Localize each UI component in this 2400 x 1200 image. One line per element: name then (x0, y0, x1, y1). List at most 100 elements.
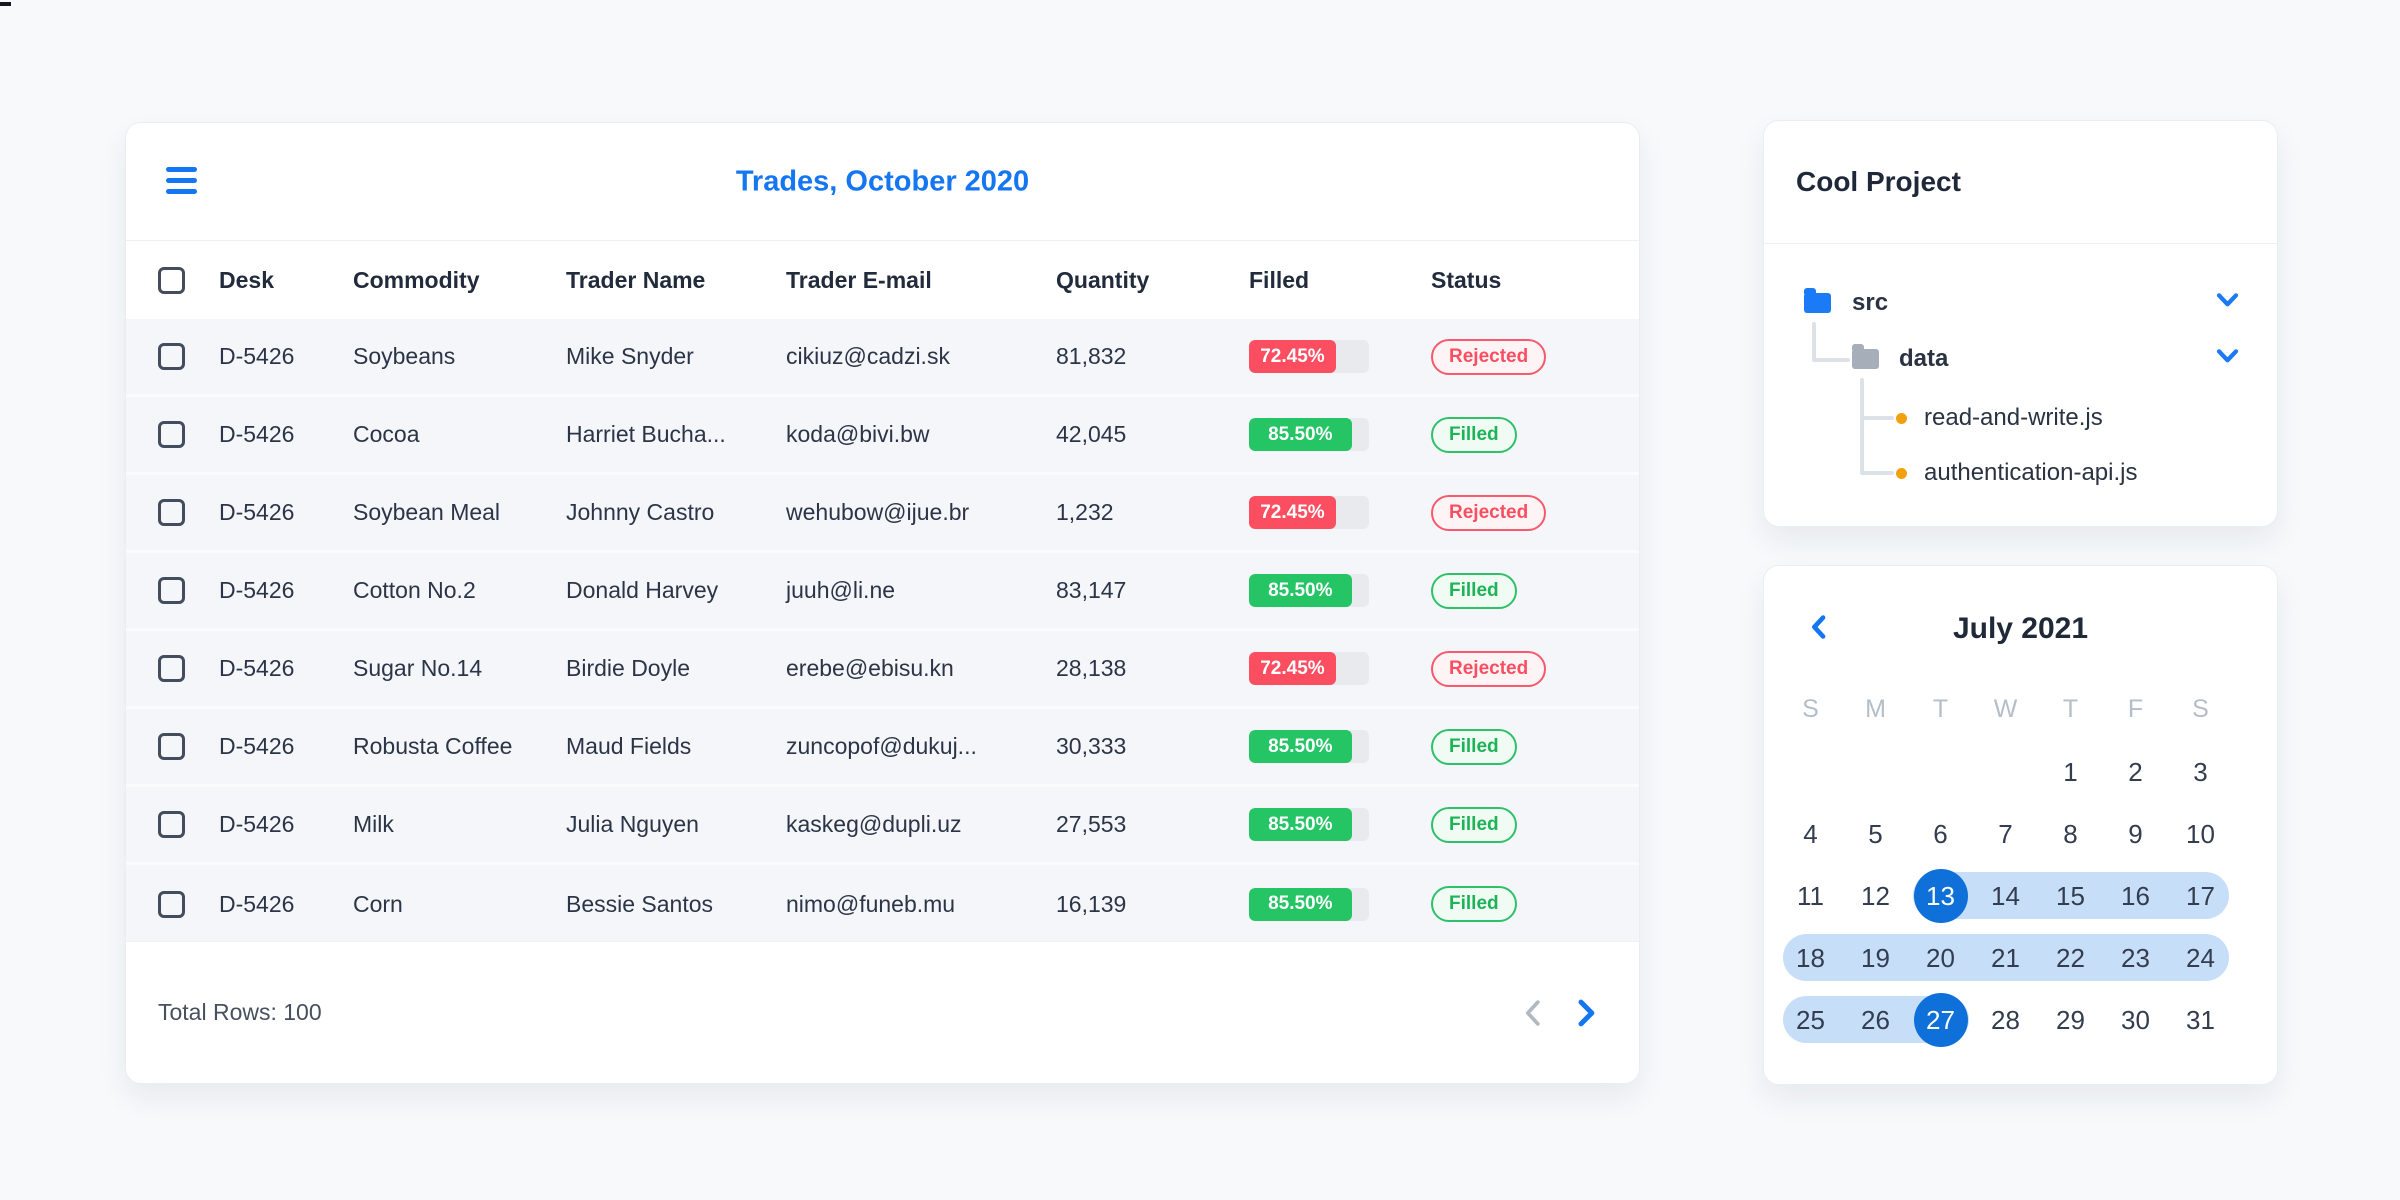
day-cell[interactable]: 14 (1973, 865, 2038, 927)
status-cell: Filled (1431, 886, 1639, 922)
day-cell[interactable]: 29 (2038, 989, 2103, 1051)
quantity-cell: 27,553 (1056, 811, 1127, 837)
empty-day-cell (1778, 741, 1843, 803)
day-cell[interactable]: 20 (1908, 927, 1973, 989)
trader-email-cell: kaskeg@dupli.uz (786, 811, 962, 837)
desk-cell: D-5426 (219, 655, 295, 681)
row-checkbox[interactable] (158, 343, 185, 370)
day-cell[interactable]: 2 (2103, 741, 2168, 803)
tree-file[interactable]: read-and-write.js (1764, 390, 2277, 446)
status-cell: Filled (1431, 728, 1639, 765)
status-badge: Filled (1431, 572, 1517, 609)
day-cell[interactable]: 16 (2103, 865, 2168, 927)
row-checkbox[interactable] (158, 499, 185, 526)
day-cell[interactable]: 30 (2103, 989, 2168, 1051)
day-cell[interactable]: 5 (1843, 803, 1908, 865)
commodity-cell: Cocoa (353, 421, 420, 447)
calendar-week-row: 25 26 27 28 29 30 31 (1778, 989, 2233, 1051)
day-cell[interactable]: 17 (2168, 865, 2233, 927)
next-page-icon[interactable] (1575, 998, 1597, 1028)
day-cell[interactable]: 11 (1778, 865, 1843, 927)
day-cell[interactable]: 8 (2038, 803, 2103, 865)
day-cell[interactable]: 25 (1778, 989, 1843, 1051)
prev-page-icon[interactable] (1521, 998, 1543, 1028)
day-cell[interactable]: 15 (2038, 865, 2103, 927)
calendar-week-row: 4 5 6 7 8 9 10 (1778, 803, 2233, 865)
folder-icon (1852, 344, 1879, 369)
day-cell[interactable]: 27 (1908, 989, 1973, 1051)
row-checkbox-cell (126, 577, 219, 604)
row-checkbox-cell (126, 733, 219, 760)
table-row: D-5426 Sugar No.14 Birdie Doyle erebe@ebisu… (126, 631, 1639, 709)
desk-cell: D-5426 (219, 811, 295, 837)
row-checkbox-cell (126, 343, 219, 370)
tree-folder-data[interactable]: data (1764, 331, 2277, 387)
pagination (1521, 998, 1597, 1028)
filled-cell: 85.50% (1249, 574, 1431, 607)
progress-bar: 72.45% (1249, 340, 1369, 373)
day-cell[interactable]: 28 (1973, 989, 2038, 1051)
tree-file[interactable]: authentication-api.js (1764, 445, 2277, 501)
day-cell[interactable]: 6 (1908, 803, 1973, 865)
quantity-cell: 30,333 (1056, 733, 1127, 759)
day-cell[interactable]: 7 (1973, 803, 2038, 865)
day-cell[interactable]: 22 (2038, 927, 2103, 989)
status-badge: Filled (1431, 728, 1517, 765)
row-checkbox-cell (126, 655, 219, 682)
day-cell[interactable]: 31 (2168, 989, 2233, 1051)
select-all-checkbox[interactable] (158, 266, 185, 294)
status-cell: Filled (1431, 416, 1639, 453)
selected-day-circle: 13 (1913, 869, 1968, 923)
progress-bar: 85.50% (1249, 418, 1369, 451)
row-checkbox[interactable] (158, 890, 185, 918)
calendar-card: July 2021 SMTWTFS 1 2 3 4 5 6 7 8 9 10 11 12 13 14 15 1… (1763, 565, 2278, 1085)
trader-name-cell: Maud Fields (566, 733, 692, 759)
row-checkbox-cell (126, 421, 219, 448)
row-checkbox-cell (126, 890, 219, 918)
row-checkbox[interactable] (158, 733, 185, 760)
table-title: Trades, October 2020 (735, 165, 1030, 197)
commodity-cell: Milk (353, 811, 394, 837)
filled-cell: 85.50% (1249, 887, 1431, 921)
tree-item-label: read-and-write.js (1924, 404, 2103, 431)
table-row: D-5426 Corn Bessie Santos nimo@funeb.mu 16,1… (126, 865, 1639, 943)
chevron-down-icon[interactable] (2216, 349, 2239, 369)
status-cell: Rejected (1431, 494, 1639, 531)
screen-edge-artifact (0, 2, 11, 6)
table-header-row: Desk Commodity Trader Name Trader E-mail Qua… (126, 241, 1639, 319)
tree-item-label: authentication-api.js (1924, 459, 2138, 486)
trader-email-cell: zuncopof@dukuj... (786, 733, 977, 759)
day-cell[interactable]: 18 (1778, 927, 1843, 989)
row-checkbox[interactable] (158, 811, 185, 838)
status-badge: Rejected (1431, 494, 1547, 531)
trader-email-cell: cikiuz@cadzi.sk (786, 343, 950, 369)
day-cell[interactable]: 26 (1843, 989, 1908, 1051)
day-cell[interactable]: 19 (1843, 927, 1908, 989)
row-checkbox[interactable] (158, 655, 185, 682)
day-cell[interactable]: 13 (1908, 865, 1973, 927)
day-cell[interactable]: 9 (2103, 803, 2168, 865)
day-cell[interactable]: 3 (2168, 741, 2233, 803)
file-tree: src data read-and-write.js authentication-a… (1764, 244, 2277, 526)
tree-folder-src[interactable]: src (1764, 275, 2277, 331)
day-cell[interactable]: 24 (2168, 927, 2233, 989)
day-cell[interactable]: 12 (1843, 865, 1908, 927)
day-cell[interactable]: 4 (1778, 803, 1843, 865)
weekday-label: F (2127, 694, 2144, 723)
progress-fill: 72.45% (1249, 652, 1336, 685)
day-cell[interactable]: 10 (2168, 803, 2233, 865)
folder-icon (1804, 288, 1831, 313)
filled-cell: 85.50% (1249, 808, 1431, 841)
row-checkbox[interactable] (158, 421, 185, 448)
chevron-down-icon[interactable] (2216, 293, 2239, 313)
day-cell[interactable]: 1 (2038, 741, 2103, 803)
file-dot-icon (1896, 467, 1907, 479)
column-header: Desk (219, 266, 274, 293)
commodity-cell: Cotton No.2 (353, 577, 476, 603)
day-cell[interactable]: 21 (1973, 927, 2038, 989)
row-checkbox[interactable] (158, 577, 185, 604)
table-row: D-5426 Cocoa Harriet Bucha... koda@bivi.bw 4… (126, 397, 1639, 475)
day-cell[interactable]: 23 (2103, 927, 2168, 989)
column-header: Filled (1249, 266, 1310, 293)
trader-email-cell: juuh@li.ne (786, 577, 896, 603)
